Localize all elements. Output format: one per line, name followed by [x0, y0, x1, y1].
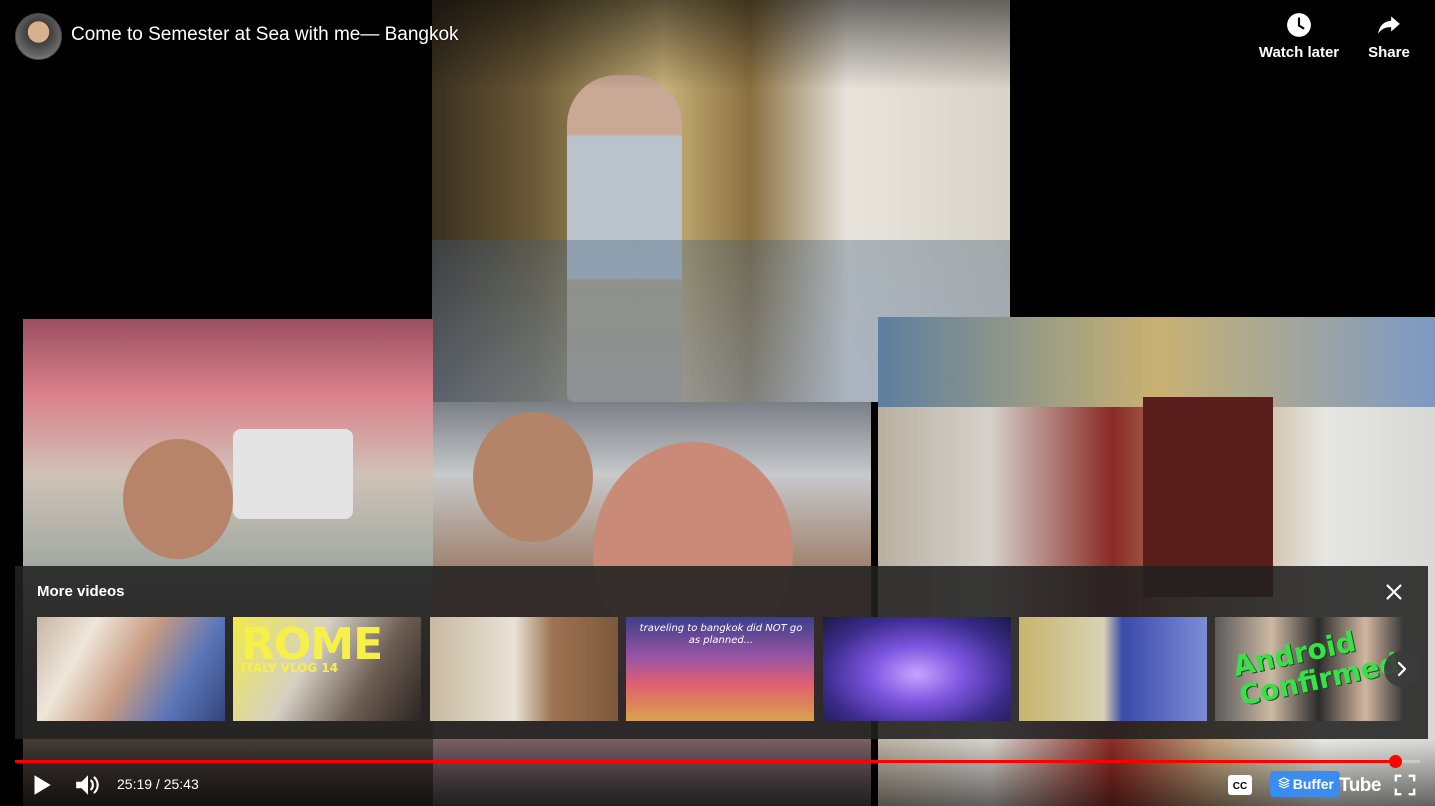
suggested-video-thumbnail[interactable] — [823, 617, 1011, 721]
suggested-video-thumbnail[interactable] — [430, 617, 618, 721]
progress-scrubber[interactable] — [1389, 755, 1402, 768]
clock-icon — [1287, 13, 1311, 37]
more-videos-list: ROME ITALY VLOG 14 traveling to bangkok … — [37, 617, 1403, 721]
close-icon[interactable] — [1383, 581, 1405, 603]
suggested-video-thumbnail[interactable] — [1019, 617, 1207, 721]
bottom-gradient — [0, 740, 1435, 806]
suggested-video-thumbnail[interactable] — [37, 617, 225, 721]
thumbnail-subtext: ITALY VLOG 14 — [241, 661, 339, 675]
watch-later-label: Watch later — [1258, 44, 1340, 61]
buffer-stack-icon — [1278, 777, 1290, 789]
chevron-right-icon — [1397, 661, 1407, 677]
buffer-button[interactable]: Buffer — [1270, 771, 1340, 797]
share-button[interactable]: Share — [1344, 12, 1434, 61]
play-icon[interactable] — [28, 772, 54, 798]
share-label: Share — [1368, 44, 1410, 61]
cc-icon[interactable]: CC — [1227, 774, 1253, 796]
youtube-logo[interactable]: Tube — [1339, 775, 1381, 797]
thumbnail-text: traveling to bangkok did NOT go as plann… — [639, 623, 803, 646]
channel-avatar[interactable] — [15, 13, 62, 60]
buffer-label: Buffer — [1292, 776, 1334, 792]
suggested-video-thumbnail[interactable]: ROME ITALY VLOG 14 — [233, 617, 421, 721]
watch-later-button[interactable]: Watch later — [1254, 12, 1344, 61]
suggested-video-thumbnail[interactable]: traveling to bangkok did NOT go as plann… — [626, 617, 814, 721]
fullscreen-icon[interactable] — [1394, 774, 1416, 796]
progress-bar[interactable] — [15, 760, 1420, 763]
time-display: 25:19 / 25:43 — [117, 776, 199, 792]
more-videos-next-button[interactable] — [1384, 651, 1420, 687]
more-videos-title: More videos — [37, 583, 125, 600]
suggested-video-thumbnail[interactable]: Android Confirmed — [1215, 617, 1403, 721]
volume-icon[interactable] — [74, 772, 102, 798]
thumbnail-text: Android Confirmed — [1230, 624, 1403, 713]
share-arrow-icon — [1378, 16, 1400, 34]
progress-played — [15, 760, 1399, 763]
svg-text:CC: CC — [1233, 781, 1247, 792]
more-videos-panel: More videos ROME ITALY VLOG 14 traveling… — [15, 566, 1428, 739]
video-title[interactable]: Come to Semester at Sea with me— Bangkok — [71, 24, 459, 46]
